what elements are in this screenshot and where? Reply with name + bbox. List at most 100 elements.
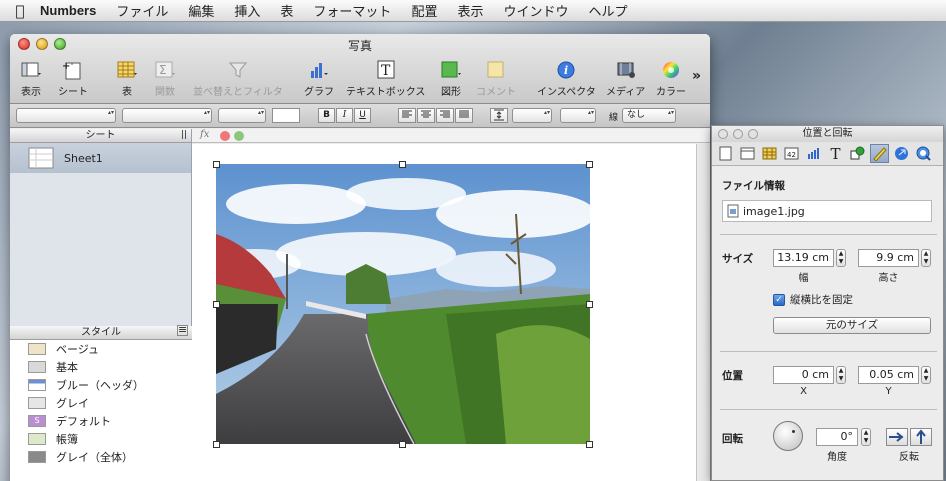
x-position-field[interactable]: 0 cm bbox=[773, 366, 834, 384]
tab-sheet[interactable] bbox=[738, 144, 757, 163]
font-family-select[interactable] bbox=[16, 108, 116, 123]
media-toolbar-button[interactable]: メディア bbox=[606, 60, 645, 98]
underline-button[interactable]: U bbox=[354, 108, 371, 123]
road-photo-image[interactable] bbox=[216, 164, 590, 444]
vertical-scrollbar[interactable] bbox=[696, 144, 710, 481]
tab-table[interactable] bbox=[760, 144, 779, 163]
resize-handle-bottom[interactable] bbox=[399, 441, 406, 448]
styles-header-label: スタイル bbox=[81, 327, 121, 338]
menu-app-name[interactable]: Numbers bbox=[40, 3, 96, 18]
x-position-stepper[interactable]: ▲ ▼ bbox=[836, 366, 846, 384]
sheet-toolbar-button[interactable]: + シート bbox=[58, 60, 88, 98]
rotation-wheel-knob[interactable] bbox=[773, 421, 803, 451]
sort-filter-toolbar-button[interactable]: 並べ替えとフィルタ bbox=[193, 60, 283, 98]
tab-text[interactable]: T bbox=[826, 144, 845, 163]
list-item[interactable]: ブルー（ヘッダ） bbox=[10, 376, 192, 394]
sidebar-item-sheet1[interactable]: Sheet1 bbox=[10, 143, 191, 173]
resize-handle-top[interactable] bbox=[399, 161, 406, 168]
line-spacing-button[interactable] bbox=[490, 108, 508, 123]
menu-insert[interactable]: 挿入 bbox=[234, 1, 260, 20]
height-stepper[interactable]: ▲ ▼ bbox=[921, 249, 931, 267]
tab-document[interactable] bbox=[716, 144, 735, 163]
menu-help[interactable]: ヘルプ bbox=[588, 1, 627, 20]
list-item[interactable]: グレイ bbox=[10, 394, 192, 412]
vertical-align-select[interactable] bbox=[512, 108, 552, 123]
menu-arrange[interactable]: 配置 bbox=[411, 1, 437, 20]
y-position-stepper[interactable]: ▲ ▼ bbox=[921, 366, 931, 384]
list-item[interactable]: 帳簿 bbox=[10, 430, 192, 448]
apple-menu-icon[interactable]:  bbox=[0, 2, 40, 20]
angle-field[interactable]: 0° bbox=[816, 428, 858, 446]
italic-button[interactable]: I bbox=[336, 108, 353, 123]
shapes-toolbar-button[interactable]: 図形 bbox=[440, 60, 462, 98]
width-field[interactable]: 13.19 cm bbox=[773, 249, 834, 267]
svg-text:+: + bbox=[62, 61, 70, 72]
flip-horizontal-button[interactable] bbox=[886, 428, 908, 446]
menu-table[interactable]: 表 bbox=[280, 1, 293, 20]
tab-metrics[interactable] bbox=[870, 144, 889, 163]
table-toolbar-button[interactable]: 表 bbox=[116, 60, 138, 98]
list-item[interactable]: 基本 bbox=[10, 358, 192, 376]
accept-formula-icon[interactable] bbox=[234, 131, 244, 141]
text-color-well[interactable] bbox=[272, 108, 300, 123]
number-format-icon: 42 bbox=[784, 147, 799, 160]
menu-edit[interactable]: 編集 bbox=[188, 1, 214, 20]
align-center-button[interactable] bbox=[417, 108, 435, 123]
menu-format[interactable]: フォーマット bbox=[313, 1, 391, 20]
cell-border-select[interactable] bbox=[560, 108, 596, 123]
textbox-icon: T bbox=[375, 60, 397, 80]
font-style-select[interactable] bbox=[122, 108, 212, 123]
list-item[interactable]: グレイ（全体） bbox=[10, 448, 192, 466]
comment-toolbar-button[interactable]: コメント bbox=[476, 60, 516, 98]
tab-chart[interactable] bbox=[804, 144, 823, 163]
inspector-minimize-button[interactable] bbox=[733, 129, 743, 139]
toolbar-overflow-chevron-icon[interactable]: » bbox=[692, 68, 701, 84]
textbox-toolbar-button[interactable]: T テキストボックス bbox=[346, 60, 425, 98]
functions-toolbar-button[interactable]: Σ 関数 bbox=[154, 60, 176, 98]
resize-handle-right[interactable] bbox=[586, 301, 593, 308]
view-toolbar-button[interactable]: 表示 bbox=[20, 60, 42, 98]
inspector-toolbar-button[interactable]: i インスペクタ bbox=[537, 60, 596, 98]
resize-handle-left[interactable] bbox=[213, 301, 220, 308]
y-position-field[interactable]: 0.05 cm bbox=[858, 366, 919, 384]
sheet-canvas[interactable] bbox=[192, 144, 696, 481]
chart-toolbar-button[interactable]: グラフ bbox=[304, 60, 334, 98]
font-size-select[interactable] bbox=[218, 108, 266, 123]
align-left-button[interactable] bbox=[398, 108, 416, 123]
constrain-proportions-checkbox[interactable]: ✓ bbox=[773, 293, 785, 306]
cancel-formula-icon[interactable] bbox=[220, 131, 230, 141]
file-name: image1.jpg bbox=[743, 204, 805, 218]
style-swatch-basic bbox=[28, 361, 46, 373]
list-item[interactable]: S デフォルト bbox=[10, 412, 192, 430]
align-right-button[interactable] bbox=[436, 108, 454, 123]
menu-file[interactable]: ファイル bbox=[116, 1, 168, 20]
styles-menu-icon[interactable]: ≡ bbox=[177, 324, 188, 336]
divider bbox=[720, 409, 937, 410]
border-style-select[interactable]: なし bbox=[622, 108, 676, 123]
resize-handle-bottom-left[interactable] bbox=[213, 441, 220, 448]
sidebar-resize-handle-icon[interactable]: || bbox=[181, 129, 187, 142]
width-stepper[interactable]: ▲ ▼ bbox=[836, 249, 846, 267]
bold-button[interactable]: B bbox=[318, 108, 335, 123]
inspector-zoom-button[interactable] bbox=[748, 129, 758, 139]
style-swatch-blue-header bbox=[28, 379, 46, 391]
flip-vertical-button[interactable] bbox=[910, 428, 932, 446]
height-field[interactable]: 9.9 cm bbox=[858, 249, 919, 267]
list-item[interactable]: ベージュ bbox=[10, 340, 192, 358]
tab-hyperlink[interactable] bbox=[892, 144, 911, 163]
colors-toolbar-button[interactable]: カラー bbox=[656, 60, 686, 98]
align-justify-button[interactable] bbox=[455, 108, 473, 123]
menu-window[interactable]: ウインドウ bbox=[503, 1, 568, 20]
tab-cell-format[interactable]: 42 bbox=[782, 144, 801, 163]
menu-view[interactable]: 表示 bbox=[457, 1, 483, 20]
resize-handle-top-right[interactable] bbox=[586, 161, 593, 168]
angle-stepper[interactable]: ▲ ▼ bbox=[861, 428, 871, 446]
resize-handle-top-left[interactable] bbox=[213, 161, 220, 168]
resize-handle-bottom-right[interactable] bbox=[586, 441, 593, 448]
tab-quicktime[interactable] bbox=[914, 144, 933, 163]
tab-graphic[interactable] bbox=[848, 144, 867, 163]
inspector-close-button[interactable] bbox=[718, 129, 728, 139]
ruler-icon bbox=[873, 147, 887, 161]
original-size-button[interactable]: 元のサイズ bbox=[773, 317, 931, 334]
info-icon: i bbox=[555, 60, 577, 80]
